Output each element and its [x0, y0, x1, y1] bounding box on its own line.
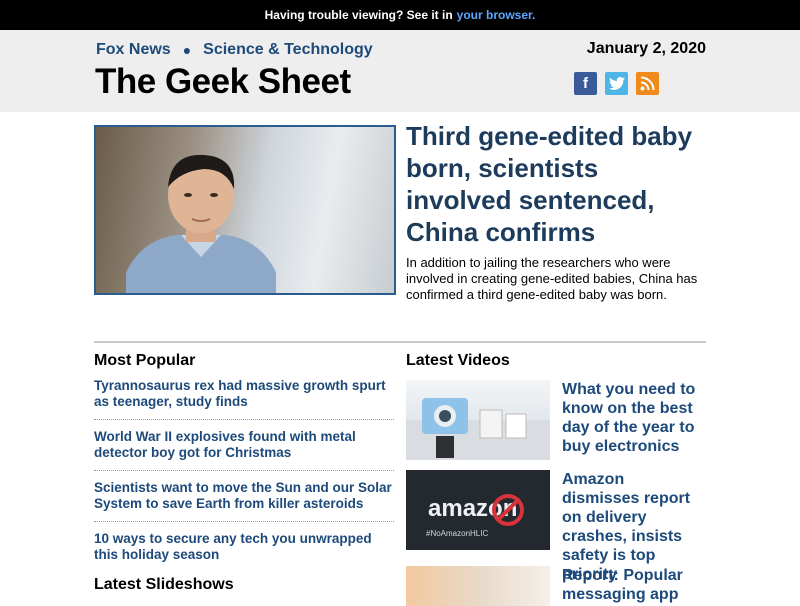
scientist-portrait [126, 154, 276, 293]
hero-summary: In addition to jailing the researchers w… [406, 255, 698, 302]
header: Fox News ● Science & Technology The Geek… [0, 30, 800, 112]
most-popular-section: Most Popular Tyrannosaurus rex had massi… [94, 352, 394, 563]
rss-glyph [640, 76, 655, 91]
bullet-separator: ● [182, 42, 192, 58]
video-title[interactable]: Report: Popular messaging app [562, 566, 706, 604]
trouble-viewing-text: Having trouble viewing? See it in [264, 8, 453, 22]
video-item[interactable]: Report: Popular messaging app [406, 566, 706, 606]
video-thumbnail-messaging[interactable] [406, 566, 550, 606]
popular-item[interactable]: 10 ways to secure any tech you unwrapped… [94, 531, 394, 563]
latest-videos-title: Latest Videos [406, 352, 510, 369]
issue-date: January 2, 2020 [586, 40, 706, 57]
breadcrumb: Fox News ● Science & Technology [96, 41, 373, 59]
latest-slideshows-title: Latest Slideshows [94, 576, 234, 593]
video-thumbnail-amazon[interactable]: amazon #NoAmazonHLIC [406, 470, 550, 550]
most-popular-title: Most Popular [94, 352, 196, 369]
popular-item[interactable]: Scientists want to move the Sun and our … [94, 480, 394, 522]
amazon-protest-graphic: amazon #NoAmazonHLIC [406, 470, 550, 550]
view-in-browser-link[interactable]: your browser. [457, 8, 536, 22]
video-thumbnail-camera[interactable] [406, 380, 550, 460]
popular-item[interactable]: World War II explosives found with metal… [94, 429, 394, 471]
twitter-icon[interactable] [605, 72, 628, 95]
fox-news-link[interactable]: Fox News [96, 41, 171, 59]
facebook-icon[interactable]: f [574, 72, 597, 95]
hero-headline[interactable]: Third gene-edited baby born, scientists … [406, 120, 706, 248]
hero-image[interactable] [94, 125, 396, 295]
instant-camera-graphic [406, 398, 550, 460]
newsletter-title: The Geek Sheet [95, 62, 351, 101]
popular-item[interactable]: Tyrannosaurus rex had massive growth spu… [94, 378, 394, 420]
rss-icon[interactable] [636, 72, 659, 95]
video-item[interactable]: What you need to know on the best day of… [406, 380, 706, 462]
latest-videos-section: Latest Videos What you need to know on t… [406, 352, 706, 606]
science-technology-link[interactable]: Science & Technology [203, 41, 373, 59]
amazon-hashtag-text: #NoAmazonHLIC [426, 529, 488, 538]
top-bar: Having trouble viewing? See it in your b… [0, 0, 800, 30]
section-divider [94, 341, 706, 343]
social-links: f [574, 72, 659, 95]
amazon-thumb-text: amazon [428, 495, 517, 522]
twitter-bird-glyph [608, 77, 625, 90]
video-title[interactable]: What you need to know on the best day of… [562, 380, 706, 456]
most-popular-list: Tyrannosaurus rex had massive growth spu… [94, 378, 394, 563]
video-item[interactable]: amazon #NoAmazonHLIC Amazon dismisses re… [406, 470, 706, 583]
